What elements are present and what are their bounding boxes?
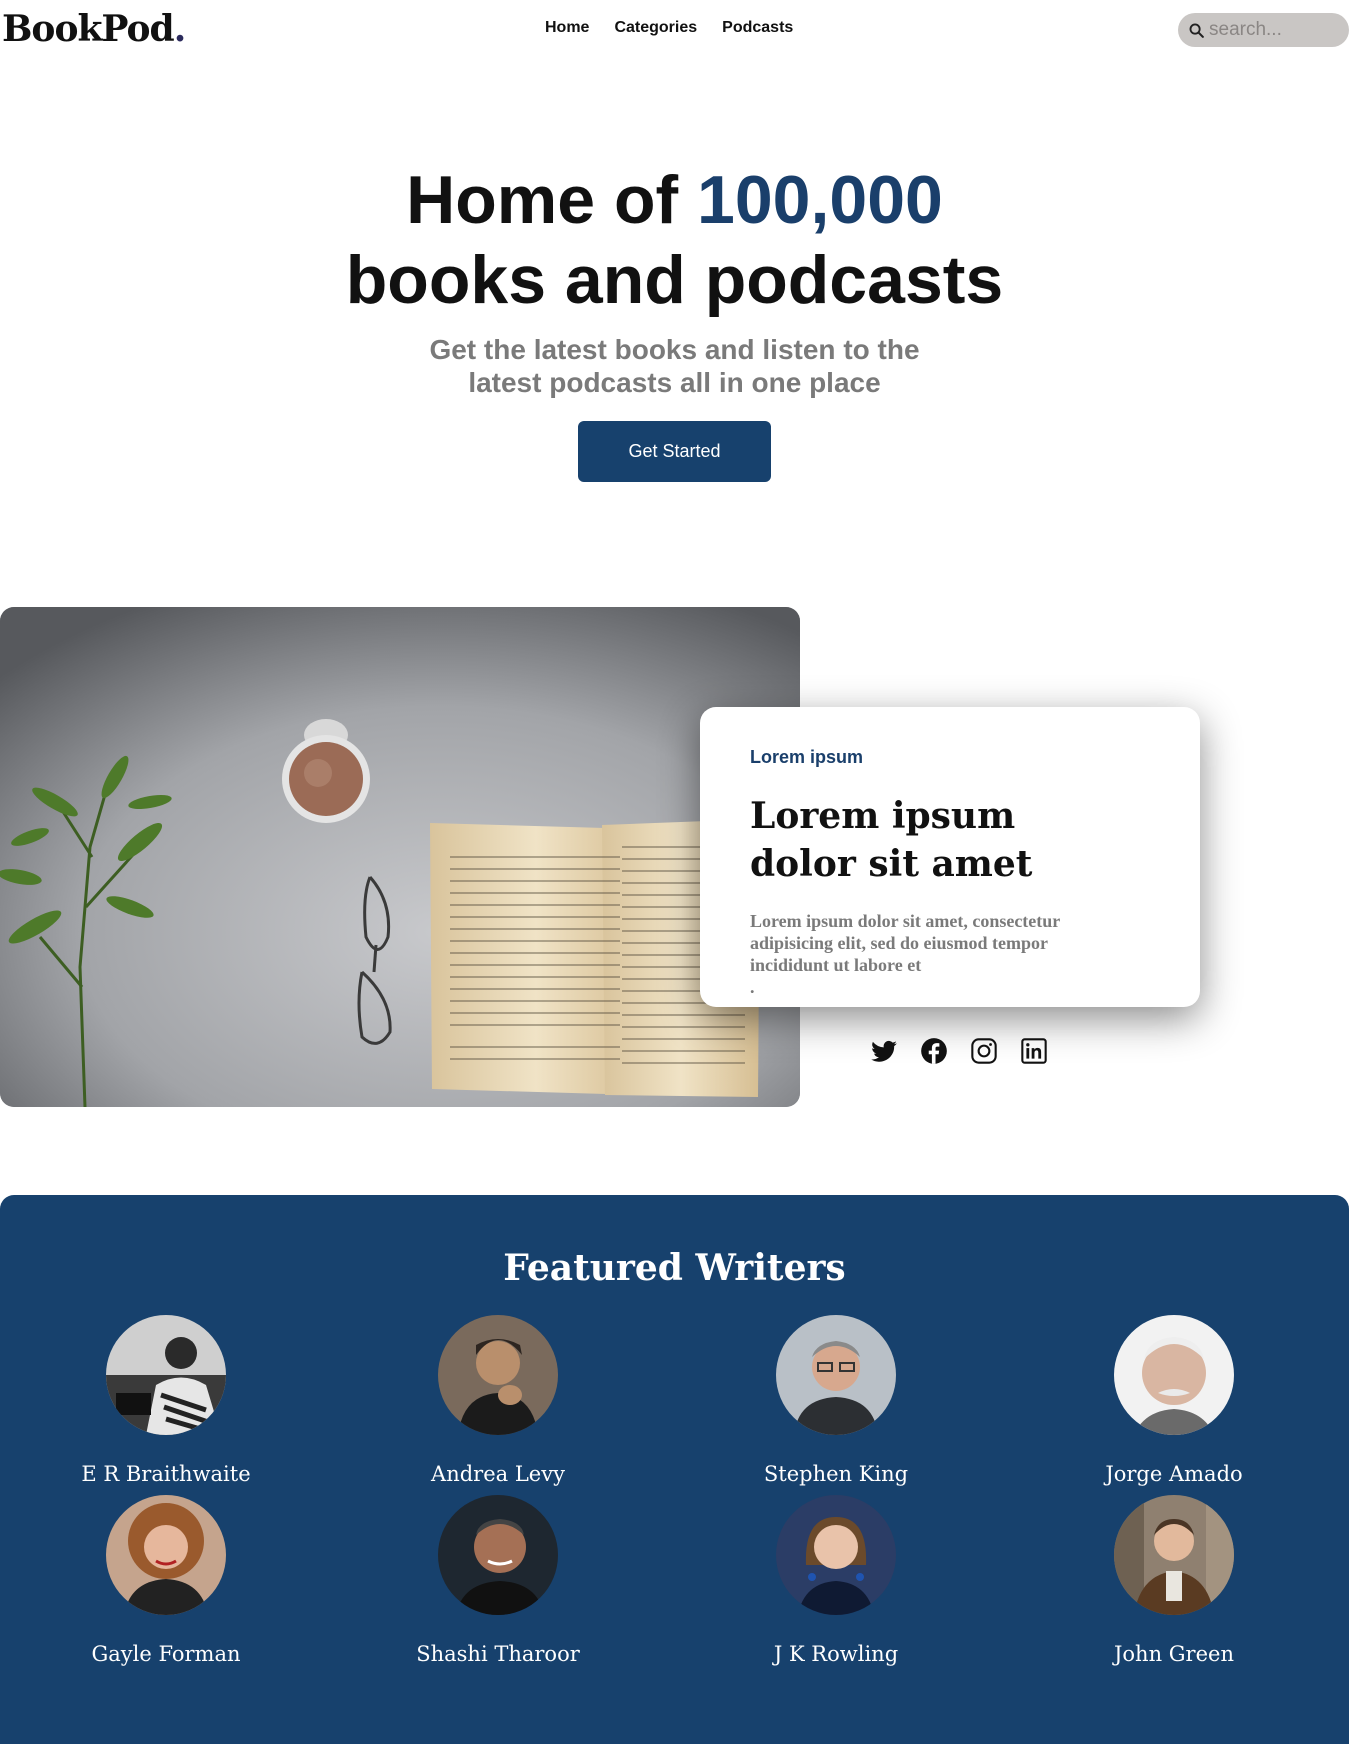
hero-subtitle: Get the latest books and listen to the l… [0, 333, 1349, 399]
writer-card[interactable]: Gayle Forman [26, 1495, 306, 1666]
card-eyebrow: Lorem ipsum [750, 747, 864, 767]
featured-writers-title: Featured Writers [503, 1247, 846, 1289]
writer-avatar [106, 1495, 226, 1615]
writer-name: Andrea Levy [431, 1462, 565, 1486]
hero-subtitle-line1: Get the latest books and listen to the [429, 334, 920, 365]
writer-avatar [776, 1495, 896, 1615]
writer-avatar [438, 1495, 558, 1615]
instagram-icon[interactable] [970, 1037, 998, 1065]
card-title: Lorem ipsum dolor sit amet [750, 795, 1033, 885]
card-body: Lorem ipsum dolor sit amet, consectetur … [750, 910, 1110, 998]
writer-card[interactable]: Shashi Tharoor [358, 1495, 638, 1666]
writer-card[interactable]: Stephen King [696, 1315, 976, 1486]
logo-dot: . [173, 8, 187, 50]
writer-avatar [438, 1315, 558, 1435]
nav-home[interactable]: Home [545, 19, 589, 37]
writer-card[interactable]: John Green [1034, 1495, 1314, 1666]
writer-name: John Green [1114, 1642, 1234, 1666]
featured-writers-section: Featured Writers E R Braithwaite Andrea … [0, 1195, 1349, 1744]
writer-name: J K Rowling [773, 1642, 899, 1666]
nav-categories[interactable]: Categories [614, 19, 697, 37]
hero-title: Home of 100,000 books and podcasts [0, 160, 1349, 320]
search-input[interactable] [1209, 19, 1339, 41]
writer-avatar [106, 1315, 226, 1435]
writer-name: E R Braithwaite [81, 1462, 251, 1486]
writer-name: Stephen King [763, 1462, 909, 1486]
writer-card[interactable]: Andrea Levy [358, 1315, 638, 1486]
linkedin-icon[interactable] [1020, 1037, 1048, 1065]
card-body-text: Lorem ipsum dolor sit amet, consectetur … [750, 911, 1060, 975]
writer-name: Jorge Amado [1105, 1462, 1243, 1486]
social-links [870, 1037, 1048, 1065]
facebook-icon[interactable] [920, 1037, 948, 1065]
feature-card: Lorem ipsum Lorem ipsum dolor sit amet L… [700, 707, 1200, 1007]
search-icon [1189, 23, 1204, 38]
writer-avatar [1114, 1495, 1234, 1615]
twitter-icon[interactable] [870, 1037, 898, 1065]
hero-title-accent: 100,000 [697, 162, 943, 238]
search-box[interactable] [1178, 13, 1349, 47]
nav-podcasts[interactable]: Podcasts [722, 19, 793, 37]
hero-title-suffix: books and podcasts [345, 242, 1004, 318]
card-body-trailing: . [750, 977, 755, 997]
writer-name: Shashi Tharoor [416, 1642, 580, 1666]
writer-avatar [776, 1315, 896, 1435]
writer-avatar [1114, 1315, 1234, 1435]
writer-card[interactable]: E R Braithwaite [26, 1315, 306, 1486]
hero-subtitle-line2: latest podcasts all in one place [468, 367, 881, 398]
hero-title-prefix: Home of [406, 162, 698, 238]
writer-name: Gayle Forman [91, 1642, 241, 1666]
main-nav: Home Categories Podcasts [545, 19, 793, 37]
logo[interactable]: BookPod. [2, 8, 187, 50]
writer-card[interactable]: Jorge Amado [1034, 1315, 1314, 1486]
hero-photo [0, 607, 800, 1107]
writer-card[interactable]: J K Rowling [696, 1495, 976, 1666]
get-started-button[interactable]: Get Started [578, 421, 771, 482]
